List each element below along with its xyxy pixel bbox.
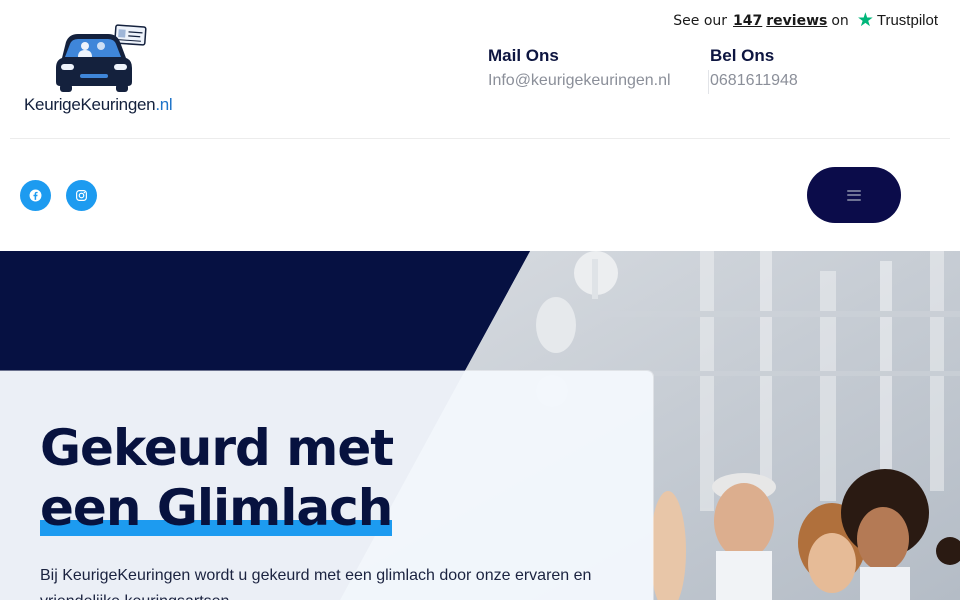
logo-wordmark: KeurigeKeuringen.nl [24,95,173,114]
nav-bar [0,140,960,251]
facebook-icon [29,189,42,202]
hero-headline: Gekeurd met een Glimlach [40,418,394,538]
mail-title: Mail Ons [488,46,559,65]
page: KeurigeKeuringen.nl See our 147 reviews o… [0,0,960,600]
contact-phone: Bel Ons 0681611948 [710,46,798,90]
mail-link[interactable]: Info@keurigekeuringen.nl [488,72,671,90]
hamburger-icon [847,189,861,201]
headline-line1: Gekeurd met [40,419,394,477]
headline-line2: een Glimlach [40,479,393,537]
hero-intro: Bij KeurigeKeuringen wordt u gekeurd met… [40,567,592,600]
trustpilot-brand: Trustpilot [876,12,938,29]
menu-button[interactable] [807,167,901,223]
car-logo-icon [56,24,147,92]
contact-mail: Mail Ons Info@keurigekeuringen.nl [488,46,671,90]
trustpilot-star-icon: ★ [856,9,874,31]
trustpilot-prefix: See our [673,12,728,29]
trustpilot-on: on [831,12,849,29]
site-logo[interactable]: KeurigeKeuringen.nl [22,22,192,120]
phone-title: Bel Ons [710,46,775,65]
trustpilot-widget[interactable]: See our 147 reviews on ★ Trustpilot [673,11,938,30]
site-header: KeurigeKeuringen.nl See our 147 reviews o… [0,0,960,140]
instagram-link[interactable] [66,180,97,211]
reviews-link[interactable]: 147 reviews [733,13,827,29]
contact-divider [708,70,709,94]
header-divider [10,138,950,139]
phone-link[interactable]: 0681611948 [710,72,798,90]
instagram-icon [76,190,87,201]
facebook-link[interactable] [20,180,51,211]
